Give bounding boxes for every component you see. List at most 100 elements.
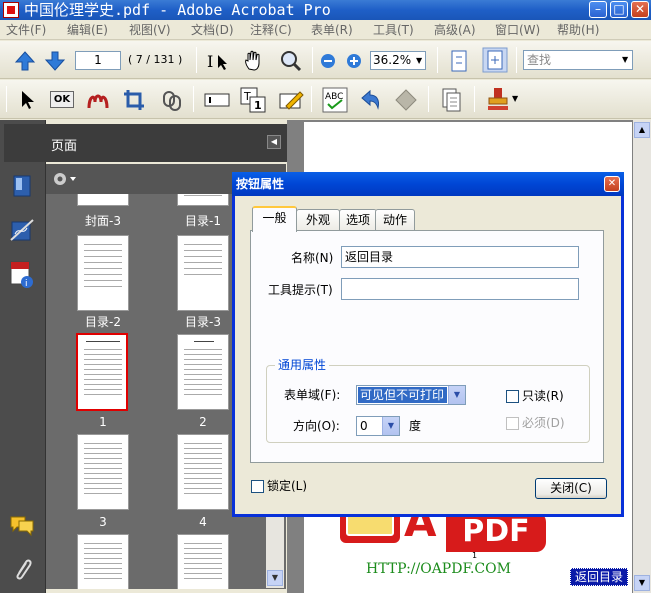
dialog-title-text: 按钮属性: [236, 177, 285, 191]
document-scrollbar[interactable]: ▲ ▼: [633, 120, 651, 593]
orientation-select[interactable]: 0 ▼: [356, 416, 400, 436]
page-thumbnail[interactable]: [177, 534, 229, 589]
edit-form-icon[interactable]: [278, 88, 304, 112]
menu-forms[interactable]: 表单(R): [311, 22, 353, 38]
degree-label: 度: [409, 419, 422, 433]
select-object-icon[interactable]: [18, 89, 38, 111]
zoom-out-icon[interactable]: [320, 53, 336, 69]
window-close-button[interactable]: ✕: [631, 1, 649, 18]
dialog-close-button[interactable]: 关闭(C): [535, 478, 607, 499]
page-number-input[interactable]: 1: [75, 51, 121, 70]
next-page-icon[interactable]: [44, 50, 66, 72]
menu-tools[interactable]: 工具(T): [373, 22, 414, 38]
stamp-dropdown-icon[interactable]: ▼: [512, 94, 518, 103]
orientation-dropdown-icon[interactable]: ▼: [382, 417, 399, 435]
form-field-label: 表单域(F):: [284, 388, 341, 402]
form-field-value: 可见但不可打印: [358, 387, 447, 403]
acrobat-app-icon: [3, 2, 19, 18]
text-field-icon[interactable]: [204, 89, 230, 111]
page-thumbnail[interactable]: [77, 235, 129, 311]
name-input[interactable]: 返回目录: [341, 246, 579, 268]
page-thumbnail-selected[interactable]: [76, 333, 128, 411]
menu-window[interactable]: 窗口(W): [495, 22, 540, 38]
svg-text:i: i: [25, 279, 28, 289]
zoom-dropdown-icon[interactable]: ▼: [416, 51, 422, 70]
page-thumbnail[interactable]: [177, 194, 229, 206]
stamp-tool-icon[interactable]: [486, 86, 510, 114]
navigation-rail: i: [0, 120, 46, 593]
doc-scroll-up-icon[interactable]: ▲: [634, 122, 650, 138]
find-dropdown-icon[interactable]: ▼: [622, 50, 628, 70]
menu-document[interactable]: 文档(D): [191, 22, 234, 38]
tab-options[interactable]: 选项: [339, 209, 377, 231]
readonly-checkbox[interactable]: [506, 390, 519, 403]
signature-field-icon[interactable]: [86, 88, 110, 112]
crop-tool-icon[interactable]: [122, 88, 146, 112]
select-text-icon[interactable]: I: [205, 50, 229, 72]
layers-pdf-icon[interactable]: i: [9, 260, 35, 290]
doc-scroll-down-icon[interactable]: ▼: [634, 575, 650, 591]
link-tool-icon[interactable]: [160, 88, 184, 112]
scroll-down-icon[interactable]: ▼: [267, 570, 283, 586]
page-thumbnail[interactable]: [77, 434, 129, 510]
full-screen-icon[interactable]: [482, 47, 508, 73]
comments-icon[interactable]: [9, 514, 35, 536]
menu-file[interactable]: 文件(F): [6, 22, 46, 38]
collapse-panel-icon[interactable]: ◀: [267, 135, 281, 149]
required-checkbox: [506, 417, 519, 430]
tab-general[interactable]: 一般: [252, 206, 297, 232]
thumbnail-label: 3: [99, 515, 107, 529]
tab-appearance[interactable]: 外观: [296, 209, 340, 231]
undo-icon[interactable]: [358, 88, 382, 112]
zoom-tool-icon[interactable]: [279, 49, 303, 73]
forms-toolbar: OK T1 ABC ▼: [0, 80, 651, 119]
bookmarks-icon[interactable]: [11, 174, 33, 200]
form-field-dropdown-icon[interactable]: ▼: [448, 386, 465, 404]
menu-help[interactable]: 帮助(H): [557, 22, 599, 38]
find-input[interactable]: 查找: [523, 50, 633, 70]
touchup-text-icon[interactable]: T1: [240, 87, 266, 113]
thumbnail-label: 1: [99, 415, 107, 429]
dialog-title: 按钮属性 ✕: [232, 172, 624, 196]
page-thumbnail[interactable]: [77, 534, 129, 589]
thumbnail-label: 目录-1: [185, 214, 221, 228]
hand-tool-icon[interactable]: [242, 49, 266, 73]
zoom-in-icon[interactable]: [346, 53, 362, 69]
dialog-close-icon[interactable]: ✕: [604, 176, 620, 192]
readonly-label: 只读(R): [522, 389, 564, 403]
orientation-label: 方向(O):: [293, 419, 340, 433]
watermark-url: HTTP://OAPDF.COM: [366, 561, 511, 577]
maximize-button[interactable]: □: [610, 1, 628, 18]
redo-icon[interactable]: [394, 88, 418, 112]
window-title: 中国伦理学史.pdf - Adobe Acrobat Pro: [24, 1, 331, 19]
page-thumbnail[interactable]: [177, 434, 229, 510]
spell-check-icon[interactable]: ABC: [322, 87, 348, 113]
page-thumbnail[interactable]: [177, 235, 229, 311]
lock-label: 锁定(L): [267, 479, 308, 493]
fit-page-icon[interactable]: [448, 49, 470, 73]
pages-panel-title: 页面: [51, 139, 78, 154]
page-thumbnail[interactable]: [77, 194, 129, 206]
signatures-icon[interactable]: [9, 218, 35, 244]
minimize-button[interactable]: –: [589, 1, 607, 18]
thumbnail-label: 封面-3: [85, 214, 121, 228]
page-thumbnail[interactable]: [177, 334, 229, 410]
form-field-select[interactable]: 可见但不可打印 ▼: [356, 385, 466, 405]
button-tool-icon[interactable]: OK: [50, 91, 74, 108]
title-bar: 中国伦理学史.pdf - Adobe Acrobat Pro – □ ✕: [0, 0, 651, 20]
attachments-icon[interactable]: [11, 557, 33, 583]
menu-edit[interactable]: 编辑(E): [67, 22, 108, 38]
lock-checkbox[interactable]: [251, 480, 264, 493]
menu-view[interactable]: 视图(V): [129, 22, 171, 38]
options-gear-icon[interactable]: [52, 171, 78, 187]
tab-actions[interactable]: 动作: [375, 209, 415, 231]
return-to-toc-button[interactable]: 返回目录: [570, 568, 628, 586]
pages-icon[interactable]: [440, 87, 464, 113]
previous-page-icon[interactable]: [14, 50, 36, 72]
button-properties-dialog: 按钮属性 ✕ 选项 动作 外观 一般 名称(N) 返回目录 工具提示(T) 通用…: [232, 172, 624, 517]
common-properties-title: 通用属性: [275, 358, 330, 372]
tooltip-input[interactable]: [341, 278, 579, 300]
menu-bar: 文件(F) 编辑(E) 视图(V) 文档(D) 注释(C) 表单(R) 工具(T…: [0, 20, 651, 40]
menu-advanced[interactable]: 高级(A): [434, 22, 476, 38]
menu-comments[interactable]: 注释(C): [250, 22, 292, 38]
